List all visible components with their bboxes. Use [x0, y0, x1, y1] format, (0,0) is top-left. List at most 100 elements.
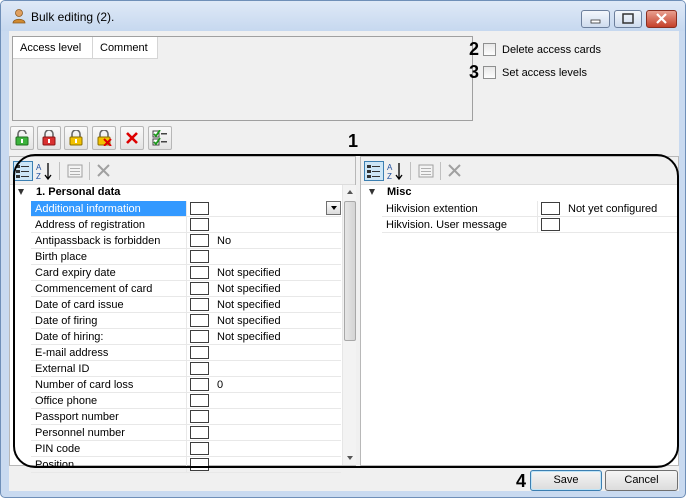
apply-checkbox[interactable]	[190, 458, 209, 471]
scroll-down-icon[interactable]	[347, 456, 353, 460]
property-value[interactable]	[186, 345, 341, 361]
property-value[interactable]: Not yet configured	[537, 201, 678, 217]
close-button[interactable]	[646, 10, 677, 28]
right-categorized-button[interactable]	[364, 161, 384, 181]
set-access-levels-checkbox[interactable]	[483, 66, 496, 79]
delete-lock-button[interactable]	[92, 126, 116, 150]
delete-access-cards-checkbox[interactable]	[483, 43, 496, 56]
apply-checkbox[interactable]	[541, 218, 560, 231]
property-row[interactable]: Position	[31, 457, 341, 473]
property-row[interactable]: Commencement of card Not specified	[31, 281, 341, 297]
property-value[interactable]: Not specified	[186, 297, 341, 313]
apply-checkbox[interactable]	[190, 218, 209, 231]
property-value[interactable]: Not specified	[186, 265, 341, 281]
property-name[interactable]: Date of card issue	[31, 297, 186, 313]
apply-checkbox[interactable]	[190, 266, 209, 279]
scroll-thumb[interactable]	[344, 201, 356, 341]
property-row[interactable]: Card expiry date Not specified	[31, 265, 341, 281]
column-comment[interactable]: Comment	[93, 37, 158, 59]
property-row[interactable]: PIN code	[31, 441, 341, 457]
apply-checkbox[interactable]	[541, 202, 560, 215]
maximize-button[interactable]	[614, 10, 642, 28]
property-name[interactable]: Date of hiring:	[31, 329, 186, 345]
left-categorized-button[interactable]	[13, 161, 33, 181]
property-row[interactable]: Passport number	[31, 409, 341, 425]
delete-access-cards-option[interactable]: Delete access cards	[483, 43, 601, 56]
unlock-green-button[interactable]	[10, 126, 34, 150]
left-property-pages-button[interactable]	[65, 161, 85, 181]
property-row[interactable]: Date of card issue Not specified	[31, 297, 341, 313]
category-personal-data[interactable]: 1. Personal data	[10, 185, 355, 201]
property-name[interactable]: PIN code	[31, 441, 186, 457]
property-value[interactable]	[537, 217, 678, 233]
property-value[interactable]: Not specified	[186, 329, 341, 345]
property-name[interactable]: Commencement of card	[31, 281, 186, 297]
property-value[interactable]: Not specified	[186, 281, 341, 297]
property-row[interactable]: E-mail address	[31, 345, 341, 361]
misc-property-grid[interactable]: A Z Misc Hikvision extention Not yet con…	[360, 156, 679, 466]
property-row[interactable]: Antipassback is forbidden No	[31, 233, 341, 249]
collapse-arrow-icon[interactable]	[18, 189, 24, 195]
property-row[interactable]: External ID	[31, 361, 341, 377]
property-value[interactable]	[186, 441, 341, 457]
apply-checkbox[interactable]	[190, 250, 209, 263]
minimize-button[interactable]	[581, 10, 610, 28]
property-value[interactable]	[186, 409, 341, 425]
property-value[interactable]	[186, 217, 341, 233]
property-name[interactable]: External ID	[31, 361, 186, 377]
property-row[interactable]: Birth place	[31, 249, 341, 265]
property-row[interactable]: Date of hiring: Not specified	[31, 329, 341, 345]
apply-checkbox[interactable]	[190, 394, 209, 407]
lock-yellow-button[interactable]	[64, 126, 88, 150]
property-value[interactable]	[186, 201, 341, 217]
personal-data-property-grid[interactable]: A Z 1. Personal data Additional informat…	[9, 156, 356, 473]
right-property-pages-button[interactable]	[416, 161, 436, 181]
property-name[interactable]: Date of firing	[31, 313, 186, 329]
property-row[interactable]: Address of registration	[31, 217, 341, 233]
cancel-button[interactable]: Cancel	[605, 470, 678, 491]
apply-checkbox[interactable]	[190, 346, 209, 359]
property-value[interactable]	[186, 425, 341, 441]
property-name[interactable]: Birth place	[31, 249, 186, 265]
property-name[interactable]: Hikvision extention	[382, 201, 537, 217]
apply-checkbox[interactable]	[190, 442, 209, 455]
apply-checkbox[interactable]	[190, 282, 209, 295]
property-name[interactable]: Position	[31, 457, 186, 473]
scroll-up-icon[interactable]	[347, 190, 353, 194]
apply-checkbox[interactable]	[190, 330, 209, 343]
property-value[interactable]: Not specified	[186, 313, 341, 329]
collapse-arrow-icon[interactable]	[369, 189, 375, 195]
property-name[interactable]: E-mail address	[31, 345, 186, 361]
vertical-scrollbar[interactable]	[342, 185, 356, 465]
property-name[interactable]: Personnel number	[31, 425, 186, 441]
right-clear-button[interactable]	[445, 161, 465, 181]
left-alphabetical-button[interactable]: A Z	[35, 161, 55, 181]
property-name[interactable]: Office phone	[31, 393, 186, 409]
dropdown-arrow-icon[interactable]	[326, 201, 341, 215]
property-row[interactable]: Hikvision extention Not yet configured	[382, 201, 678, 217]
apply-checkbox[interactable]	[190, 298, 209, 311]
property-name[interactable]: Address of registration	[31, 217, 186, 233]
property-name[interactable]: Antipassback is forbidden	[31, 233, 186, 249]
apply-checkbox[interactable]	[190, 362, 209, 375]
checklist-button[interactable]	[148, 126, 172, 150]
property-name[interactable]: Hikvision. User message	[382, 217, 537, 233]
lock-red-button[interactable]	[37, 126, 61, 150]
column-access-level[interactable]: Access level	[13, 37, 93, 59]
property-value[interactable]	[186, 457, 341, 473]
save-button[interactable]: Save	[530, 470, 602, 491]
set-access-levels-option[interactable]: Set access levels	[483, 66, 587, 79]
property-value[interactable]	[186, 361, 341, 377]
property-value[interactable]	[186, 393, 341, 409]
property-row[interactable]: Additional information	[31, 201, 341, 217]
access-level-list[interactable]: Access level Comment	[12, 36, 473, 121]
delete-button[interactable]	[120, 126, 144, 150]
property-value[interactable]	[186, 249, 341, 265]
apply-checkbox[interactable]	[190, 410, 209, 423]
right-alphabetical-button[interactable]: A Z	[386, 161, 406, 181]
apply-checkbox[interactable]	[190, 234, 209, 247]
property-name[interactable]: Number of card loss	[31, 377, 186, 393]
property-row[interactable]: Date of firing Not specified	[31, 313, 341, 329]
property-row[interactable]: Personnel number	[31, 425, 341, 441]
title-bar[interactable]: Bulk editing (2).	[1, 1, 685, 31]
